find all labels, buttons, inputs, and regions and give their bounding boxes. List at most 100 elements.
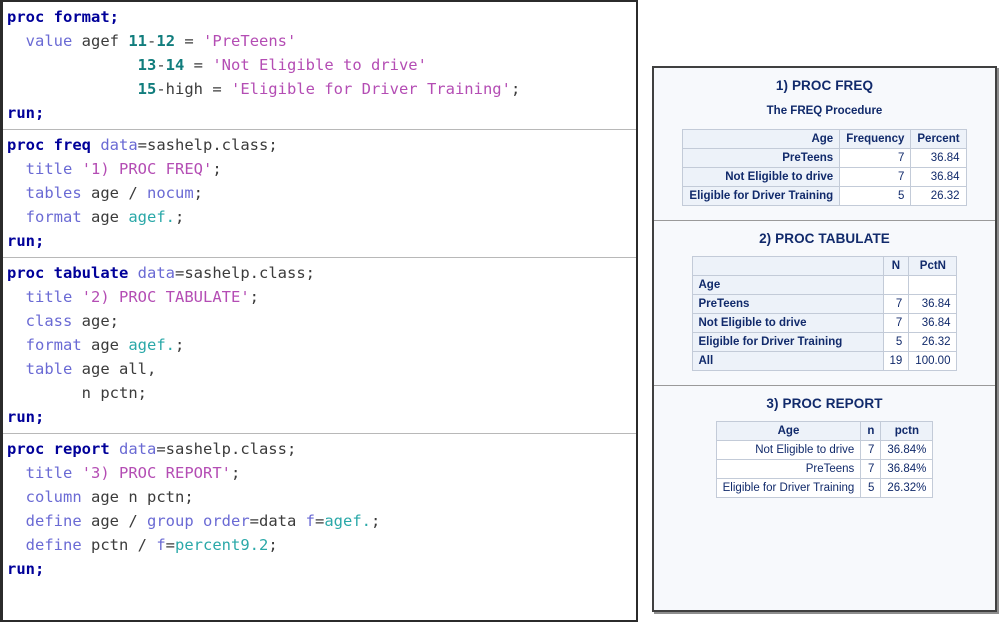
code-line: proc freq data=sashelp.class; (3, 133, 636, 157)
tabulate-row-n: 5 (882, 332, 910, 352)
code-token-num: 13 (137, 56, 157, 74)
report-header-n: n (860, 421, 882, 441)
code-token-plain: age (81, 208, 129, 226)
code-token-plain: ; (175, 336, 185, 354)
freq-header-percent: Percent (910, 129, 967, 149)
tabulate-row-pctn: 36.84 (908, 294, 958, 314)
code-token-str: 'Eligible for Driver Training' (230, 80, 511, 98)
code-token-plain: pctn / (81, 536, 157, 554)
code-token-str: '2) PROC TABULATE' (81, 288, 250, 306)
code-token-plain: -high = (156, 80, 231, 98)
code-token-kw: proc freq (7, 136, 91, 154)
freq-row-label: PreTeens (682, 148, 841, 168)
code-token-stmt: class (25, 312, 73, 330)
code-token-plain: = (175, 32, 204, 50)
code-token-stmt: column (25, 488, 82, 506)
code-token-num: 14 (165, 56, 185, 74)
table-row: PreTeens 7 36.84 (691, 294, 958, 314)
table-row: PreTeens 7 36.84 (682, 148, 967, 168)
code-line: title '3) PROC REPORT'; (3, 461, 636, 485)
report-title: 3) PROC REPORT (766, 396, 883, 411)
freq-row-frequency: 5 (839, 186, 912, 206)
code-token-stmt: f (305, 512, 315, 530)
freq-table-head: Age Frequency Percent (682, 129, 967, 149)
tabulate-stub-n-blank (882, 275, 910, 295)
freq-row-frequency: 7 (839, 148, 912, 168)
table-row: Eligible for Driver Training 5 26.32% (715, 478, 934, 498)
code-token-plain: age / (81, 184, 147, 202)
code-line: define age / group order=data f=agef.; (3, 509, 636, 533)
code-line: run; (3, 405, 636, 429)
code-block-proc-tabulate: proc tabulate data=sashelp.class; title … (3, 258, 636, 433)
code-token-stmt: data (137, 264, 175, 282)
tabulate-row-pctn: 100.00 (908, 351, 958, 371)
code-line: tables age / nocum; (3, 181, 636, 205)
code-token-plain: n pctn; (7, 384, 147, 402)
tabulate-stub-pctn-blank (908, 275, 958, 295)
table-row: Eligible for Driver Training 5 26.32 (691, 332, 958, 352)
table-row: PreTeens 7 36.84% (715, 459, 934, 479)
table-row: Age (691, 275, 958, 295)
code-line: n pctn; (3, 381, 636, 405)
freq-subtitle: The FREQ Procedure (766, 105, 883, 117)
code-block-proc-freq: proc freq data=sashelp.class; title '1) … (3, 130, 636, 257)
table-header-row: Age n pctn (715, 421, 934, 441)
tabulate-row-n: 7 (882, 313, 910, 333)
tabulate-stub-label: Age (691, 275, 884, 295)
code-token-num: 15 (137, 80, 157, 98)
report-table: Age n pctn Not Eligible to drive 7 36.84… (715, 421, 934, 498)
code-token-plain: - (147, 32, 157, 50)
code-line: title '2) PROC TABULATE'; (3, 285, 636, 309)
code-token-stmt: tables (25, 184, 82, 202)
code-token-stmt: f (156, 536, 166, 554)
code-token-num: 11 (128, 32, 148, 50)
code-token-stmt: data (119, 440, 157, 458)
tabulate-row-label: Eligible for Driver Training (691, 332, 884, 352)
code-token-plain: ; (268, 536, 278, 554)
tabulate-table-head: N PctN (691, 256, 958, 276)
code-line: proc format; (3, 5, 636, 29)
tabulate-row-n: 7 (882, 294, 910, 314)
code-token-str: '3) PROC REPORT' (81, 464, 231, 482)
code-token-str: 'Not Eligible to drive' (212, 56, 427, 74)
code-token-stmt: title (25, 160, 73, 178)
tabulate-table-body: Age PreTeens 7 36.84 Not Eligible to dri… (691, 275, 958, 371)
code-token-plain: ; (175, 208, 185, 226)
report-row-pctn: 36.84% (880, 459, 934, 479)
report-row-pctn: 36.84% (880, 440, 934, 460)
code-line: run; (3, 557, 636, 581)
freq-row-percent: 36.84 (910, 167, 967, 187)
code-token-plain: =data (249, 512, 306, 530)
code-token-stmt: format (25, 336, 82, 354)
report-row-n: 5 (860, 478, 882, 498)
freq-row-frequency: 7 (839, 167, 912, 187)
code-token-stmt: nocum (147, 184, 194, 202)
code-line: proc report data=sashelp.class; (3, 437, 636, 461)
code-line: proc tabulate data=sashelp.class; (3, 261, 636, 285)
code-token-stmt: title (25, 464, 73, 482)
code-token-plain: ; (510, 80, 521, 98)
code-token-plain: age; (72, 312, 120, 330)
table-row: All 19 100.00 (691, 351, 958, 371)
output-section-freq: 1) PROC FREQ The FREQ Procedure Age Freq… (654, 68, 995, 220)
code-token-kw: proc format; (7, 8, 119, 26)
freq-header-age: Age (682, 129, 841, 149)
code-token-fmt: agef. (128, 336, 176, 354)
code-token-plain: = (315, 512, 325, 530)
tabulate-row-n: 19 (882, 351, 910, 371)
code-token-stmt: table (25, 360, 73, 378)
code-token-plain: ; (249, 288, 260, 306)
code-token-stmt: data (100, 136, 138, 154)
